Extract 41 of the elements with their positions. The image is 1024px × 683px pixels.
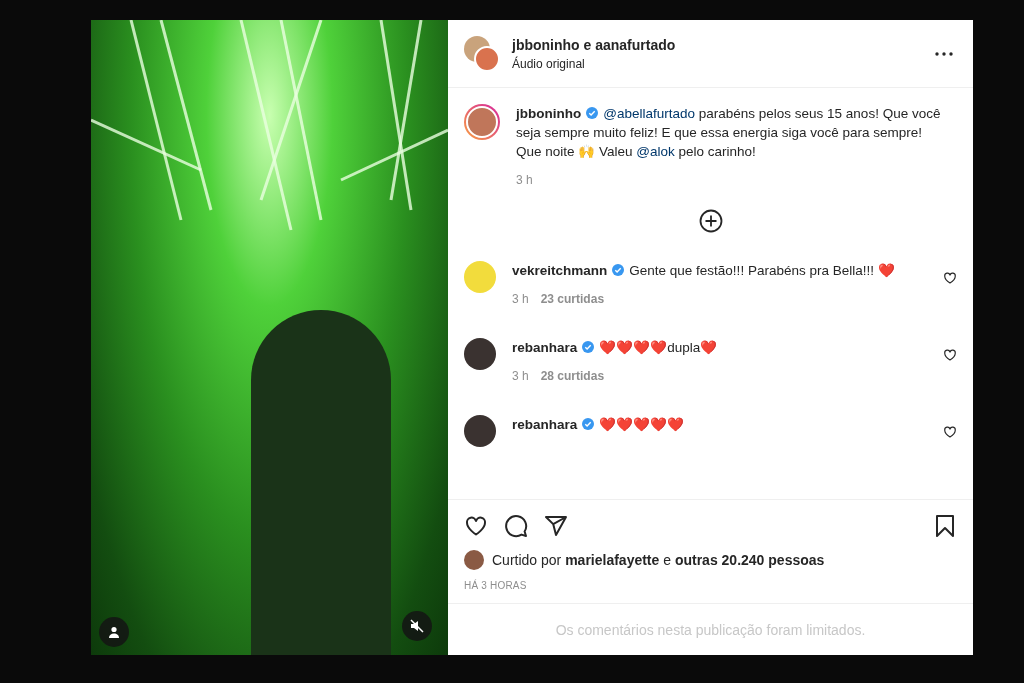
liked-by-text: Curtido por marielafayette e outras 20.240 pessoas bbox=[492, 552, 825, 568]
more-icon bbox=[935, 51, 953, 56]
comment-time: 3 h bbox=[512, 292, 529, 306]
avatar bbox=[464, 415, 496, 447]
avatar bbox=[464, 550, 484, 570]
caption-time: 3 h bbox=[516, 173, 533, 187]
user-tag-button[interactable] bbox=[99, 617, 129, 647]
comment-time: 3 h bbox=[512, 369, 529, 383]
load-more-button[interactable] bbox=[698, 209, 723, 233]
post-title: jbboninho e aanafurtado bbox=[512, 36, 677, 53]
author-link[interactable]: rebanhara bbox=[512, 340, 578, 355]
comment-text: vekreitchmann Gente que festão!!! Parabéns pra Bella!!! ❤ bbox=[512, 262, 896, 280]
comment-text: rebanhara ❤❤❤❤❤ bbox=[512, 416, 686, 434]
avatar bbox=[464, 338, 496, 370]
like-button[interactable] bbox=[464, 514, 488, 538]
post-date: HÁ 3 HORAS bbox=[463, 578, 528, 593]
bookmark-button[interactable] bbox=[933, 514, 957, 538]
verified-badge-icon bbox=[586, 107, 599, 119]
comment-text: rebanhara ❤❤❤❤dupla❤ bbox=[512, 339, 719, 357]
mention-link[interactable]: @abellafurtado bbox=[603, 106, 695, 121]
person-icon bbox=[108, 626, 120, 638]
avatar bbox=[464, 261, 496, 293]
comment-button[interactable] bbox=[504, 514, 528, 538]
comments-limited-notice: Os comentários nesta publicação foram limitados. bbox=[555, 621, 866, 638]
author-link[interactable]: rebanhara bbox=[512, 417, 578, 432]
author-link[interactable]: vekreitchmann bbox=[512, 263, 608, 278]
share-button[interactable] bbox=[544, 514, 568, 538]
like-comment-button[interactable] bbox=[943, 271, 957, 285]
avatar bbox=[464, 104, 500, 140]
avatar bbox=[474, 45, 500, 72]
verified-badge-icon bbox=[582, 418, 595, 430]
speaker-muted-icon bbox=[410, 619, 424, 633]
mute-button[interactable] bbox=[402, 611, 432, 641]
verified-badge-icon bbox=[612, 264, 625, 276]
mention-link[interactable]: @alok bbox=[636, 144, 675, 159]
caption-text: jbboninho @abellafurtado parabéns pelos seus 15 anos! Que você seja sempre muito feliz! E que essa energia siga você para sempre! Que noite 🙌 Valeu @alok pelo carinho! bbox=[516, 105, 941, 161]
audio-label: Áudio original bbox=[512, 56, 586, 71]
author-link[interactable]: jbboninho bbox=[516, 106, 582, 121]
verified-badge-icon bbox=[582, 341, 595, 353]
like-comment-button[interactable] bbox=[943, 425, 957, 439]
like-comment-button[interactable] bbox=[943, 348, 957, 362]
